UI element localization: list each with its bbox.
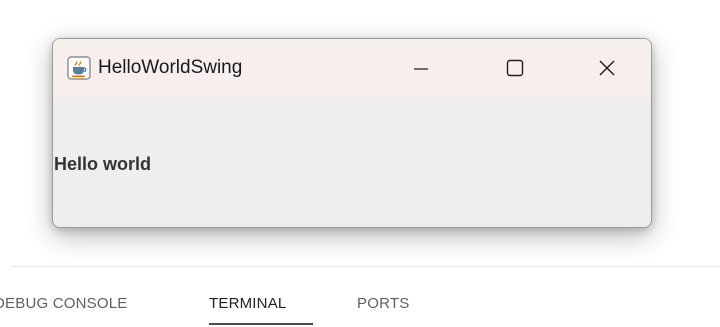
active-tab-indicator: [209, 323, 313, 325]
window-title: HelloWorldSwing: [98, 57, 243, 78]
tab-ports[interactable]: PORTS: [357, 295, 409, 313]
swing-window[interactable]: HelloWorldSwing Hello world: [52, 38, 652, 228]
maximize-icon: [506, 59, 524, 77]
tab-terminal[interactable]: TERMINAL: [209, 295, 286, 313]
close-icon: [598, 59, 616, 77]
minimize-icon: [413, 60, 429, 76]
window-titlebar[interactable]: HelloWorldSwing: [53, 39, 651, 97]
maximize-button[interactable]: [481, 39, 549, 97]
panel-tab-bar: DEBUG CONSOLE TERMINAL PORTS: [0, 266, 720, 327]
window-content: Hello world: [53, 97, 651, 227]
hello-label: Hello world: [54, 154, 152, 174]
tab-debug-console[interactable]: DEBUG CONSOLE: [0, 295, 127, 313]
minimize-button[interactable]: [387, 39, 455, 97]
java-coffee-cup-icon: [67, 56, 91, 80]
close-button[interactable]: [573, 39, 641, 97]
